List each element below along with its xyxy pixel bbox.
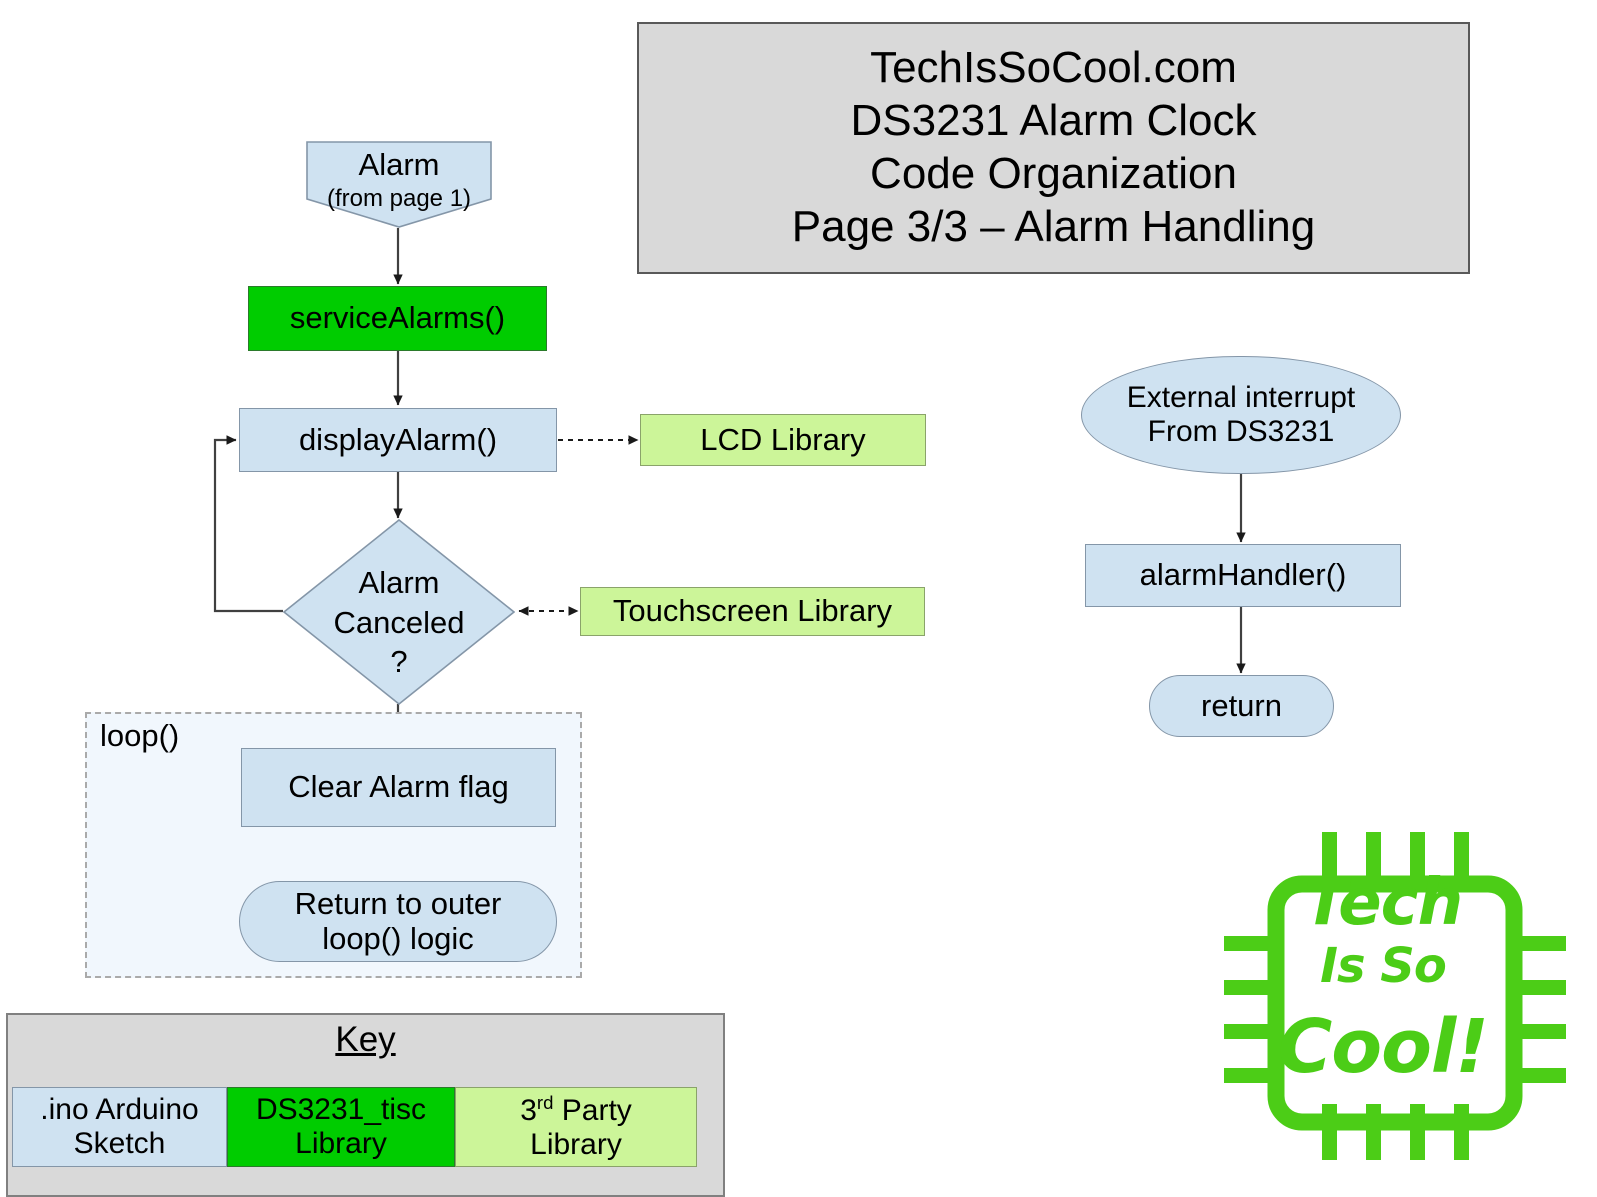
node-lcd-library[interactable]: LCD Library (640, 414, 926, 466)
page-title-box: TechIsSoCool.com DS3231 Alarm Clock Code… (637, 22, 1470, 274)
node-alarm-canceled[interactable]: Alarm Canceled ? (283, 519, 515, 705)
node-alarm-canceled-line-2: Canceled (333, 604, 465, 640)
node-lcd-library-label: LCD Library (700, 421, 866, 457)
node-alarm-canceled-text: Alarm Canceled ? (243, 563, 555, 682)
node-clear-alarm-flag[interactable]: Clear Alarm flag (241, 748, 556, 827)
key-item-third-party-word: Party (553, 1093, 632, 1127)
key-item-third-party-library-line-1: 3rd Party (520, 1092, 632, 1128)
node-return-outer-loop-line-1: Return to outer (294, 885, 502, 921)
key-item-ds3231-tisc-library-line-2: Library (295, 1127, 387, 1160)
key-item-third-party-library: 3rd Party Library (455, 1087, 697, 1167)
node-alarm-canceled-line-1: Alarm (358, 565, 440, 600)
node-alarm-canceled-line-3: ? (390, 644, 408, 680)
node-alarm-handler-label: alarmHandler() (1139, 557, 1347, 593)
node-service-alarms[interactable]: serviceAlarms() (248, 286, 547, 351)
key-item-ds3231-tisc-library-line-1: DS3231_tisc (255, 1092, 427, 1126)
key-item-third-party-library-line-2: Library (530, 1128, 622, 1161)
node-external-interrupt-line-2: From DS3231 (1147, 415, 1335, 448)
key-item-ino-sketch-line-2: Sketch (73, 1127, 166, 1160)
key-item-third-party-ordinal-number: 3 (520, 1093, 537, 1127)
page-title-line-4: Page 3/3 – Alarm Handling (791, 201, 1316, 251)
node-alarm-entry-sublabel: (from page 1) (326, 185, 472, 212)
node-clear-alarm-flag-label: Clear Alarm flag (288, 769, 509, 805)
key-title: Key (335, 1020, 396, 1059)
node-return-outer-loop-line-2: loop() logic (322, 920, 474, 956)
node-external-interrupt[interactable]: External interrupt From DS3231 (1081, 356, 1401, 474)
node-service-alarms-label: serviceAlarms() (289, 300, 506, 336)
node-alarm-handler[interactable]: alarmHandler() (1085, 544, 1401, 607)
logo-line-1: Tech (1303, 866, 1463, 940)
logo-line-3: Cool! (1277, 1004, 1489, 1090)
microchip-icon (1224, 832, 1566, 1160)
page-title-line-3: Code Organization (870, 149, 1237, 198)
node-alarm-entry[interactable]: Alarm (from page 1) (306, 141, 492, 228)
page-title-line-2: DS3231 Alarm Clock (850, 96, 1257, 146)
logo-line-2: Is So (1320, 938, 1447, 994)
node-touchscreen-library-label: Touchscreen Library (612, 593, 893, 629)
node-return-outer-loop[interactable]: Return to outer loop() logic (239, 881, 557, 962)
node-return-label: return (1201, 687, 1282, 723)
tech-is-so-cool-logo: Tech Is So Cool! (1188, 808, 1578, 1182)
loop-container-label: loop() (100, 718, 180, 753)
node-external-interrupt-line-1: External interrupt (1126, 381, 1356, 415)
key-item-third-party-ordinal-suffix: rd (536, 1091, 554, 1113)
node-alarm-entry-label: Alarm (358, 147, 440, 182)
node-return[interactable]: return (1149, 675, 1334, 737)
node-display-alarm[interactable]: displayAlarm() (239, 408, 557, 472)
key-item-ds3231-tisc-library: DS3231_tisc Library (227, 1087, 455, 1167)
page-title-line-1: TechIsSoCool.com (870, 43, 1237, 93)
node-touchscreen-library[interactable]: Touchscreen Library (580, 587, 925, 636)
key-item-ino-sketch: .ino Arduino Sketch (12, 1087, 227, 1167)
key-item-ino-sketch-line-1: .ino Arduino (40, 1092, 199, 1126)
node-display-alarm-label: displayAlarm() (298, 421, 498, 457)
